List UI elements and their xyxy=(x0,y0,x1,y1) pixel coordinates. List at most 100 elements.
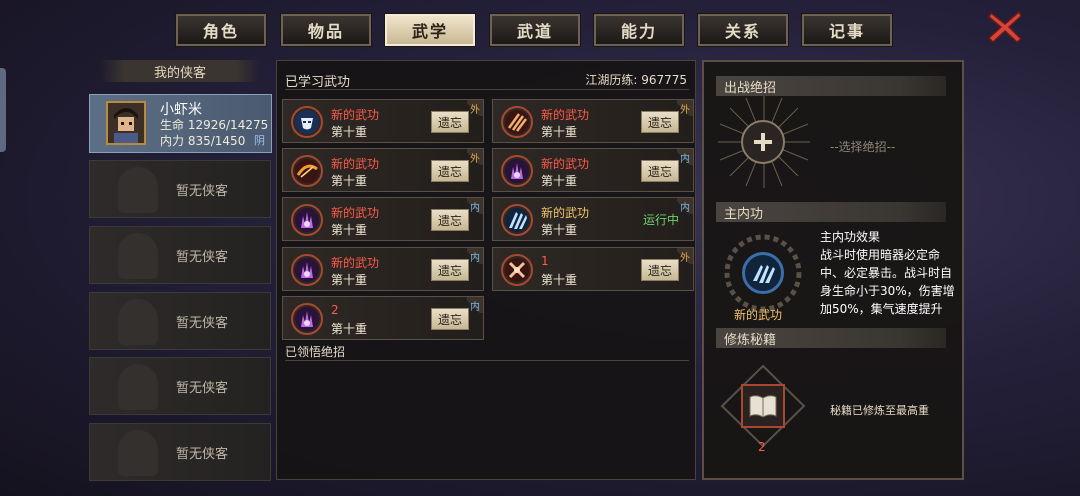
tab-relations[interactable]: 关系 xyxy=(697,13,789,47)
skill-card[interactable]: 2 第十重 遗忘内 xyxy=(282,296,484,340)
equipped-panel: 出战绝招 --选择绝招-- 主内功 新的武功 主内功效果 战斗时使用暗器必定命中… xyxy=(702,60,964,480)
skill-name: 1 xyxy=(541,254,549,268)
hero-card[interactable]: 小虾米 生命 12926/14275 内力 835/1450 阴 xyxy=(89,94,272,153)
empty-hero-slot[interactable]: 暂无侠客 xyxy=(89,423,271,481)
skill-type-tag: 外 xyxy=(677,248,693,264)
skill-type-tag: 外 xyxy=(467,100,483,116)
edge-handle[interactable] xyxy=(0,68,6,152)
tab-journal[interactable]: 记事 xyxy=(801,13,893,47)
tab-items[interactable]: 物品 xyxy=(280,13,372,47)
empty-hero-slot[interactable]: 暂无侠客 xyxy=(89,160,271,218)
skill-name: 新的武功 xyxy=(541,108,590,122)
tab-martial-arts[interactable]: 武学 xyxy=(384,13,476,47)
skill-type-tag: 内 xyxy=(467,248,483,264)
inner-art-slot[interactable] xyxy=(742,252,784,294)
silhouette-icon xyxy=(118,233,158,279)
skill-type-tag: 内 xyxy=(677,149,693,165)
hero-portrait-icon xyxy=(108,103,144,143)
battle-move-title: 出战绝招 xyxy=(724,80,777,96)
forget-button[interactable]: 遗忘 xyxy=(431,209,469,231)
manual-count: 2 xyxy=(758,440,766,454)
skill-name: 新的武功 xyxy=(541,206,590,220)
skill-type-tag: 外 xyxy=(467,149,483,165)
skill-level: 第十重 xyxy=(331,223,368,237)
silhouette-icon xyxy=(118,167,158,213)
forget-button[interactable]: 遗忘 xyxy=(641,160,679,182)
mp-value: 835/1450 xyxy=(187,134,246,148)
battle-move-header: 出战绝招 xyxy=(716,76,946,96)
skill-card[interactable]: 新的武功第十重 遗忘内 xyxy=(492,148,694,192)
inner-effect-text[interactable]: 战斗时使用暗器必定命中、必定暴击。战斗时自身生命小于30%，伤害增加50%，集气… xyxy=(820,246,956,322)
sword-slash-icon xyxy=(291,155,323,187)
silhouette-icon xyxy=(118,364,158,410)
empty-hero-slot[interactable]: 暂无侠客 xyxy=(89,226,271,284)
empty-slot-label: 暂无侠客 xyxy=(176,184,229,199)
skill-type-tag: 内 xyxy=(467,297,483,313)
hero-hp: 生命 12926/14275 xyxy=(160,116,268,133)
skill-name: 新的武功 xyxy=(331,157,380,171)
battle-move-slot[interactable] xyxy=(741,120,785,164)
tab-character[interactable]: 角色 xyxy=(175,13,267,47)
forget-button[interactable]: 遗忘 xyxy=(641,259,679,281)
empty-slot-label: 暂无侠客 xyxy=(176,447,229,462)
skill-type-tag: 内 xyxy=(467,198,483,214)
skill-level: 第十重 xyxy=(541,273,578,287)
manual-slot[interactable] xyxy=(741,384,785,428)
mask-icon xyxy=(291,106,323,138)
purple-flame-icon xyxy=(291,254,323,286)
empty-slot-label: 暂无侠客 xyxy=(176,316,229,331)
skill-card[interactable]: 新的武功 第十重 遗忘外 xyxy=(492,99,694,143)
skill-card[interactable]: 新的武功 第十重 遗忘外 xyxy=(282,99,484,143)
skill-name: 新的武功 xyxy=(331,256,380,270)
skill-level: 第十重 xyxy=(331,322,368,336)
hero-alignment-tag: 阴 xyxy=(254,134,265,147)
silhouette-icon xyxy=(118,430,158,476)
blue-claw-icon xyxy=(753,265,775,283)
inner-effect-title: 主内功效果 xyxy=(820,230,881,244)
empty-slot-label: 暂无侠客 xyxy=(176,381,229,396)
blue-claw-icon xyxy=(501,204,533,236)
empty-hero-slot[interactable]: 暂无侠客 xyxy=(89,292,271,350)
purple-flame-icon xyxy=(501,155,533,187)
skill-name: 新的武功 xyxy=(331,206,380,220)
hp-label: 生命 xyxy=(160,118,185,132)
forget-button[interactable]: 遗忘 xyxy=(641,111,679,133)
divider xyxy=(285,360,689,361)
silhouette-icon xyxy=(118,299,158,345)
manual-status: 秘籍已修炼至最高重 xyxy=(830,404,929,417)
party-header: 我的侠客 xyxy=(100,60,260,82)
hp-value: 12926/14275 xyxy=(187,118,269,132)
empty-hero-slot[interactable]: 暂无侠客 xyxy=(89,357,271,415)
forget-button[interactable]: 遗忘 xyxy=(431,160,469,182)
close-x-icon xyxy=(987,10,1023,44)
manual-title: 修炼秘籍 xyxy=(724,332,777,348)
skill-card[interactable]: 1 第十重 遗忘外 xyxy=(492,247,694,291)
skill-type-tag: 内 xyxy=(677,198,693,214)
skill-level: 第十重 xyxy=(331,273,368,287)
forget-button[interactable]: 遗忘 xyxy=(431,111,469,133)
empty-slot-label: 暂无侠客 xyxy=(176,250,229,265)
skill-card[interactable]: 新的武功 第十重 遗忘外 xyxy=(282,148,484,192)
learned-skills-title: 已学习武功 xyxy=(285,75,351,90)
skill-level: 第十重 xyxy=(541,223,578,237)
tab-martial-way[interactable]: 武道 xyxy=(489,13,581,47)
skill-running-label: 运行中 xyxy=(642,213,679,227)
skill-card[interactable]: 新的武功第十重 遗忘内 xyxy=(282,247,484,291)
tab-abilities[interactable]: 能力 xyxy=(593,13,685,47)
experience-value: 967775 xyxy=(641,73,687,87)
book-icon xyxy=(749,395,777,418)
skill-card[interactable]: 新的武功第十重 遗忘内 xyxy=(282,197,484,241)
learned-skills-panel: 已学习武功 江湖历练: 967775 新的武功 第十重 遗忘外新的武功 第十重 遗忘外新… xyxy=(276,60,696,480)
skill-name: 新的武功 xyxy=(541,157,590,171)
skill-name: 新的武功 xyxy=(331,108,380,122)
skill-level: 第十重 xyxy=(541,174,578,188)
experience-label: 江湖历练: xyxy=(585,73,638,87)
close-button[interactable] xyxy=(985,8,1025,46)
forget-button[interactable]: 遗忘 xyxy=(431,308,469,330)
skill-card[interactable]: 新的武功第十重 运行中内 xyxy=(492,197,694,241)
purple-flame-icon xyxy=(291,303,323,335)
skill-type-tag: 外 xyxy=(677,100,693,116)
plus-icon xyxy=(754,133,772,151)
inner-art-title: 主内功 xyxy=(724,206,764,222)
forget-button[interactable]: 遗忘 xyxy=(431,259,469,281)
